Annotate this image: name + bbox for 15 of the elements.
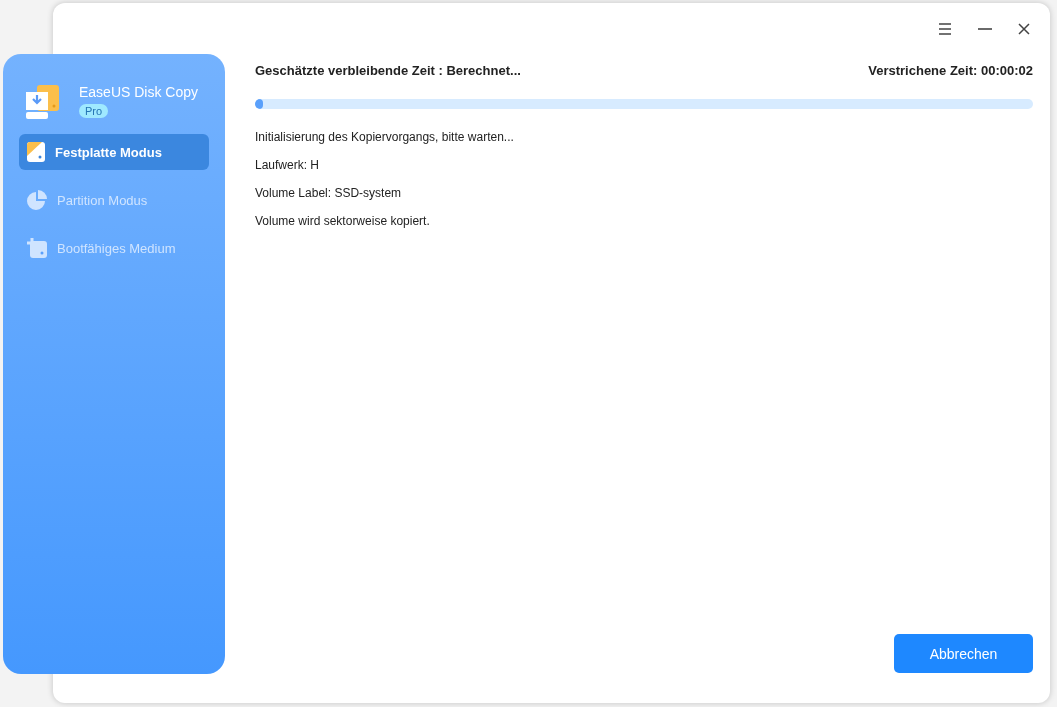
elapsed-time: Verstrichene Zeit: 00:00:02 xyxy=(868,63,1033,78)
close-icon[interactable] xyxy=(1018,23,1030,35)
log-line: Volume Label: SSD-system xyxy=(255,186,403,200)
disk-plus-icon xyxy=(27,238,47,258)
log-line: Laufwerk: H xyxy=(255,158,321,172)
app-name: EaseUS Disk Copy xyxy=(79,84,199,100)
log-line: Initialisierung des Kopiervorgangs, bitte warten... xyxy=(255,130,515,144)
disk-copy-logo-icon xyxy=(25,84,61,120)
remaining-time: Geschätzte verbleibende Zeit : Berechnet... xyxy=(255,63,521,78)
sidebar-item[interactable]: Festplatte Modus xyxy=(19,134,209,170)
pro-badge: Pro xyxy=(79,104,109,118)
cancel-button[interactable]: Abbrechen xyxy=(894,634,1033,673)
pie-chart-icon xyxy=(27,190,47,210)
log-line: Volume wird sektorweise kopiert. xyxy=(255,214,431,228)
menu-icon[interactable] xyxy=(938,23,952,35)
